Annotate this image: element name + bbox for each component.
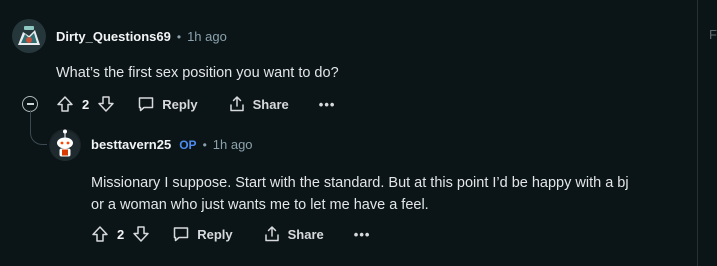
timestamp[interactable]: 1h ago <box>187 29 227 44</box>
share-icon <box>229 96 244 112</box>
avatar[interactable] <box>12 19 46 53</box>
downvote-icon[interactable] <box>97 95 115 113</box>
share-label: Share <box>252 96 289 112</box>
comment-meta: besttavern25 OP • 1h ago <box>91 137 253 152</box>
comment-actions: 2 Reply Share ••• <box>91 225 370 243</box>
author-name[interactable]: besttavern25 <box>91 137 171 152</box>
comment-body: What’s the first sex position you want t… <box>56 65 339 81</box>
sidebar-edge-text: F <box>709 27 717 42</box>
vote-count: 2 <box>117 226 125 242</box>
share-button[interactable]: Share <box>263 225 324 243</box>
reply-bubble-icon <box>138 97 154 112</box>
avatar[interactable] <box>49 129 81 161</box>
comment-actions: 2 Reply Share ••• <box>56 95 335 113</box>
op-badge: OP <box>179 137 197 152</box>
collapse-icon <box>26 103 34 105</box>
comment-body-line: Missionary I suppose. Start with the sta… <box>91 175 629 191</box>
thread-connector <box>30 122 47 145</box>
author-name[interactable]: Dirty_Questions69 <box>56 29 171 44</box>
vote-count: 2 <box>82 96 90 112</box>
reply-label: Reply <box>162 96 198 112</box>
sidebar-divider <box>697 0 698 266</box>
share-icon <box>264 226 279 242</box>
upvote-icon[interactable] <box>91 225 109 243</box>
reply-label: Reply <box>197 226 233 242</box>
timestamp[interactable]: 1h ago <box>213 137 253 152</box>
comment-body-line: or a woman who just wants me to let me h… <box>91 197 429 213</box>
share-button[interactable]: Share <box>228 95 289 113</box>
more-options-button[interactable]: ••• <box>319 97 336 112</box>
share-label: Share <box>287 226 324 242</box>
reply-bubble-icon <box>173 227 189 242</box>
comment-body: Missionary I suppose. Start with the sta… <box>91 172 629 216</box>
downvote-icon[interactable] <box>132 225 150 243</box>
meta-separator: • <box>202 137 207 152</box>
meta-separator: • <box>176 29 182 44</box>
comment-meta: Dirty_Questions69 • 1h ago <box>56 29 227 44</box>
reply-button[interactable]: Reply <box>172 225 233 243</box>
reply-button[interactable]: Reply <box>137 95 198 113</box>
more-options-button[interactable]: ••• <box>354 227 371 242</box>
upvote-icon[interactable] <box>56 95 74 113</box>
